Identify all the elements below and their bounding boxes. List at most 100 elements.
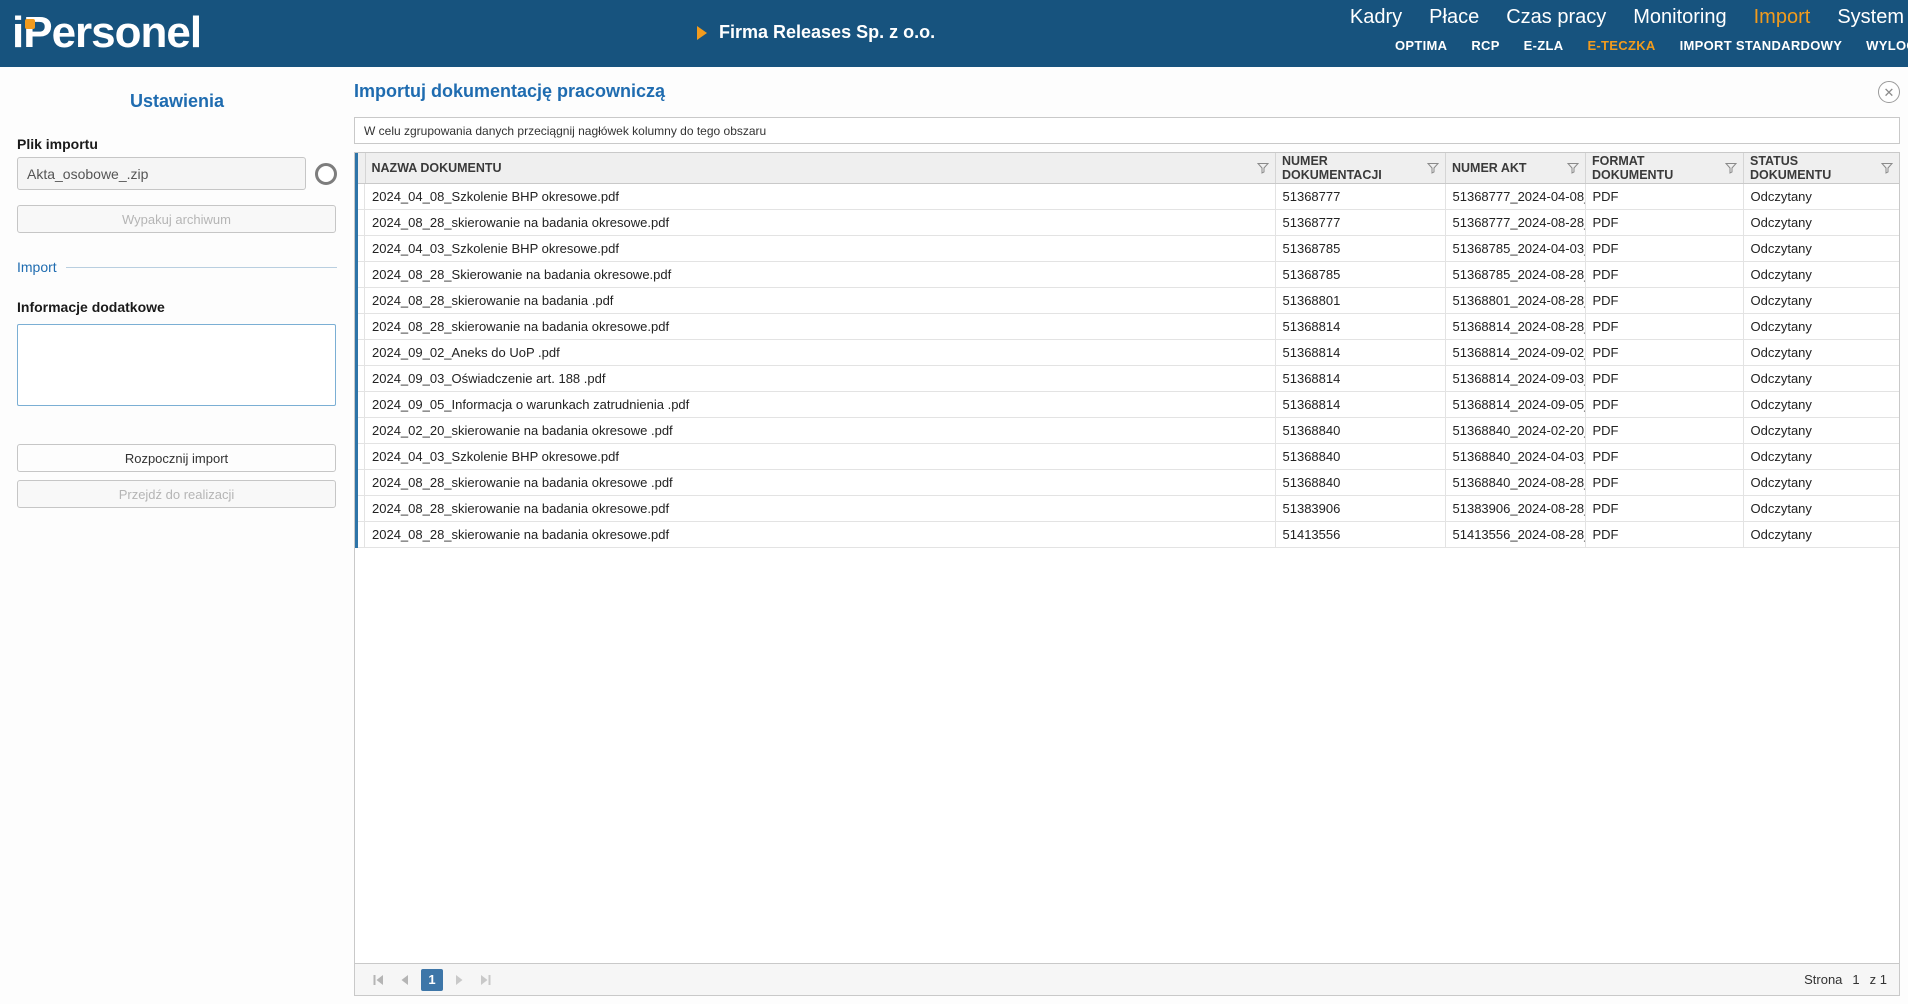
- table-row[interactable]: 2024_09_05_Informacja o warunkach zatrud…: [357, 392, 1900, 418]
- cell-status: Odczytany: [1743, 184, 1899, 210]
- cell-document-name: 2024_08_28_skierowanie na badania okreso…: [365, 496, 1276, 522]
- column-header-nazwa[interactable]: NAZWA DOKUMENTU: [365, 153, 1276, 184]
- table-row[interactable]: 2024_04_03_Szkolenie BHP okresowe.pdf 51…: [357, 236, 1900, 262]
- filter-icon[interactable]: [1725, 162, 1737, 174]
- subnav-item-e-teczka[interactable]: E-TECZKA: [1587, 38, 1655, 53]
- subnav-item-wyloguj[interactable]: WYLOGUJ: [1866, 38, 1908, 53]
- table-row[interactable]: 2024_08_28_skierowanie na badania okreso…: [357, 210, 1900, 236]
- cell-doc-number: 51368785: [1275, 236, 1445, 262]
- row-indicator: [357, 314, 365, 340]
- cell-status: Odczytany: [1743, 210, 1899, 236]
- column-header-numer-dokumentacji[interactable]: NUMER DOKUMENTACJI: [1275, 153, 1445, 184]
- table-row[interactable]: 2024_08_28_skierowanie na badania .pdf 5…: [357, 288, 1900, 314]
- top-header: iPersonel Firma Releases Sp. z o.o. Kadr…: [0, 0, 1908, 67]
- prev-page-button[interactable]: [394, 969, 416, 991]
- unpack-archive-button[interactable]: Wypakuj archiwum: [17, 205, 336, 233]
- cell-akt-number: 51368777_2024-04-08_2: [1445, 184, 1585, 210]
- subnav-item-rcp[interactable]: RCP: [1471, 38, 1499, 53]
- cell-doc-number: 51368840: [1275, 418, 1445, 444]
- subnav-item-optima[interactable]: OPTIMA: [1395, 38, 1447, 53]
- cell-akt-number: 51368801_2024-08-28_2: [1445, 288, 1585, 314]
- row-indicator: [357, 262, 365, 288]
- cell-akt-number: 51368840_2024-04-03_2: [1445, 444, 1585, 470]
- nav-item-kadry[interactable]: Kadry: [1350, 6, 1402, 29]
- table-row[interactable]: 2024_08_28_skierowanie na badania okreso…: [357, 496, 1900, 522]
- table-row[interactable]: 2024_04_08_Szkolenie BHP okresowe.pdf 51…: [357, 184, 1900, 210]
- indicator-header-cell: [357, 153, 365, 184]
- file-import-input[interactable]: [17, 157, 306, 190]
- additional-info-textarea[interactable]: [17, 324, 336, 406]
- cell-akt-number: 51368840_2024-08-28_2: [1445, 470, 1585, 496]
- subnav-item-e-zla[interactable]: E-ZLA: [1524, 38, 1564, 53]
- cell-status: Odczytany: [1743, 366, 1899, 392]
- table-row[interactable]: 2024_09_02_Aneks do UoP .pdf 51368814 51…: [357, 340, 1900, 366]
- filter-icon[interactable]: [1427, 162, 1439, 174]
- column-header-format-dokumentu[interactable]: FORMAT DOKUMENTU: [1585, 153, 1743, 184]
- nav-item-czas-pracy[interactable]: Czas pracy: [1506, 6, 1606, 29]
- table-body: 2024_04_08_Szkolenie BHP okresowe.pdf 51…: [357, 184, 1900, 548]
- cell-status: Odczytany: [1743, 418, 1899, 444]
- page-title: Importuj dokumentację pracowniczą: [354, 81, 665, 102]
- table-row[interactable]: 2024_09_03_Oświadczenie art. 188 .pdf 51…: [357, 366, 1900, 392]
- page-status: Strona 1 z 1: [1804, 972, 1887, 987]
- table-row[interactable]: 2024_08_28_skierowanie na badania okreso…: [357, 314, 1900, 340]
- nav-item-import[interactable]: Import: [1754, 6, 1811, 29]
- row-indicator: [357, 288, 365, 314]
- table-row[interactable]: 2024_08_28_skierowanie na badania okreso…: [357, 470, 1900, 496]
- cell-format: PDF: [1585, 184, 1743, 210]
- close-button[interactable]: ✕: [1878, 81, 1900, 103]
- select-file-button[interactable]: [315, 163, 337, 185]
- next-page-button[interactable]: [448, 969, 470, 991]
- cell-format: PDF: [1585, 444, 1743, 470]
- cell-status: Odczytany: [1743, 236, 1899, 262]
- section-divider: [66, 267, 337, 268]
- app-logo[interactable]: iPersonel: [12, 4, 201, 62]
- table-row[interactable]: 2024_08_28_Skierowanie na badania okreso…: [357, 262, 1900, 288]
- cell-akt-number: 51368814_2024-09-03_2: [1445, 366, 1585, 392]
- start-import-button[interactable]: Rozpocznij import: [17, 444, 336, 472]
- cell-status: Odczytany: [1743, 340, 1899, 366]
- sub-nav: OPTIMA RCP E-ZLA E-TECZKA IMPORT STANDAR…: [1395, 38, 1908, 53]
- import-section-header: Import: [17, 259, 337, 275]
- subnav-item-import-standardowy[interactable]: IMPORT STANDARDOWY: [1680, 38, 1843, 53]
- cell-doc-number: 51368777: [1275, 210, 1445, 236]
- nav-item-monitoring[interactable]: Monitoring: [1633, 6, 1726, 29]
- table-row[interactable]: 2024_02_20_skierowanie na badania okreso…: [357, 418, 1900, 444]
- app-logo-text: iPersonel: [12, 8, 201, 57]
- table-row[interactable]: 2024_08_28_skierowanie na badania okreso…: [357, 522, 1900, 548]
- cell-doc-number: 51383906: [1275, 496, 1445, 522]
- cell-akt-number: 51368785_2024-08-28_2: [1445, 262, 1585, 288]
- cell-doc-number: 51368814: [1275, 392, 1445, 418]
- table-row[interactable]: 2024_04_03_Szkolenie BHP okresowe.pdf 51…: [357, 444, 1900, 470]
- nav-item-system[interactable]: System: [1837, 6, 1904, 29]
- filter-icon[interactable]: [1567, 162, 1579, 174]
- first-page-icon: [371, 973, 385, 987]
- page-number-button[interactable]: 1: [421, 969, 443, 991]
- row-indicator: [357, 522, 365, 548]
- page-status-label: Strona: [1804, 972, 1842, 987]
- cell-akt-number: 51383906_2024-08-28_2: [1445, 496, 1585, 522]
- column-header-status-dokumentu[interactable]: STATUS DOKUMENTU: [1743, 153, 1899, 184]
- close-icon: ✕: [1884, 85, 1895, 100]
- cell-status: Odczytany: [1743, 470, 1899, 496]
- cell-document-name: 2024_09_02_Aneks do UoP .pdf: [365, 340, 1276, 366]
- additional-info-label: Informacje dodatkowe: [17, 299, 337, 315]
- column-header-numer-akt[interactable]: NUMER AKT: [1445, 153, 1585, 184]
- row-indicator: [357, 236, 365, 262]
- cell-status: Odczytany: [1743, 392, 1899, 418]
- first-page-button[interactable]: [367, 969, 389, 991]
- filter-icon[interactable]: [1881, 162, 1893, 174]
- file-import-label: Plik importu: [17, 136, 337, 152]
- row-indicator: [357, 210, 365, 236]
- cell-status: Odczytany: [1743, 444, 1899, 470]
- last-page-button[interactable]: [475, 969, 497, 991]
- group-by-dropzone[interactable]: W celu zgrupowania danych przeciągnij na…: [354, 117, 1900, 144]
- goto-realization-button[interactable]: Przejdź do realizacji: [17, 480, 336, 508]
- filter-icon[interactable]: [1257, 162, 1269, 174]
- nav-item-place[interactable]: Płace: [1429, 6, 1479, 29]
- header-nav: Kadry Płace Czas pracy Monitoring Import…: [1350, 6, 1908, 53]
- cell-format: PDF: [1585, 262, 1743, 288]
- cell-status: Odczytany: [1743, 522, 1899, 548]
- settings-sidebar: Ustawienia Plik importu Wypakuj archiwum…: [0, 67, 354, 1004]
- column-header-label: NUMER DOKUMENTACJI: [1282, 154, 1427, 182]
